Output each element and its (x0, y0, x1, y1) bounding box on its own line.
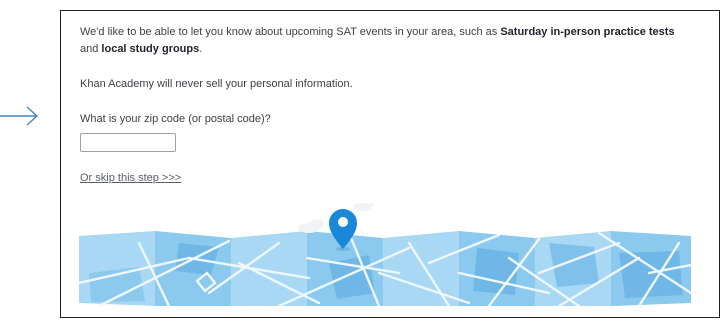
arrow-right-icon (0, 106, 39, 126)
skip-step-link[interactable]: Or skip this step >>> (80, 170, 181, 187)
map-block (619, 251, 683, 298)
folded-map-graphic (79, 203, 691, 306)
content-area: We'd like to be able to let you know abo… (80, 24, 695, 187)
map-illustration (79, 203, 691, 306)
intro-text-end: . (199, 43, 203, 55)
intro-paragraph: We'd like to be able to let you know abo… (80, 24, 695, 58)
map-block (549, 243, 599, 287)
intro-bold-study-groups: local study groups (101, 43, 200, 55)
intro-bold-practice-tests: Saturday in-person practice tests (500, 26, 675, 38)
intro-text-and: and (80, 43, 102, 55)
zip-code-input[interactable] (80, 133, 176, 152)
privacy-note: Khan Academy will never sell your person… (80, 78, 353, 90)
map-block (473, 248, 519, 295)
sat-signup-panel: We'd like to be able to let you know abo… (60, 10, 720, 318)
intro-text: We'd like to be able to let you know abo… (80, 26, 501, 38)
zip-label: What is your zip code (or postal code)? (80, 113, 271, 125)
